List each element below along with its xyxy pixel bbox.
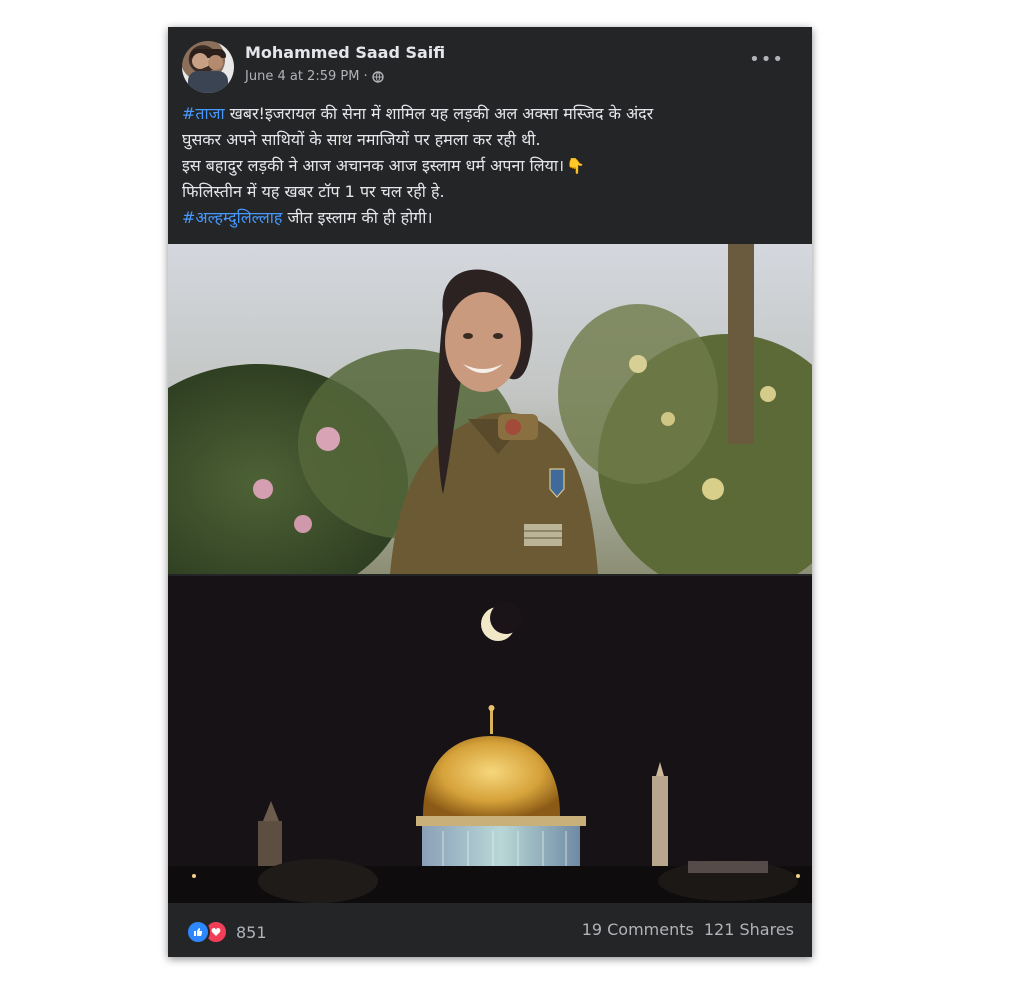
post-text-line: इस बहादुर लड़की ने आज अचानक आज इस्लाम धर… [182,156,565,175]
shares-count[interactable]: 121 Shares [704,920,794,939]
post-text-line: खबर!इजरायल की सेना में शामिल यह लड़की अल… [224,104,654,123]
reactions[interactable]: 851 [186,920,267,944]
avatar[interactable] [182,41,234,93]
post-timestamp[interactable]: June 4 at 2:59 PM [245,69,359,84]
meta-separator: · [363,69,368,84]
comments-count[interactable]: 19 Comments [582,920,694,939]
facebook-post: Mohammed Saad Saifi June 4 at 2:59 PM · … [168,27,812,957]
post-header: Mohammed Saad Saifi June 4 at 2:59 PM · … [168,27,812,99]
post-footer: 851 19 Comments 121 Shares [168,903,812,957]
hashtag-link[interactable]: #ताजा [182,104,225,123]
globe-icon [371,70,384,83]
like-icon [186,920,210,944]
post-text-line: घुसकर अपने साथियों के साथ नमाजियों पर हम… [182,130,541,149]
post-text-line: फिलिस्तीन में यह खबर टॉप 1 पर चल रही हे. [182,182,445,201]
author-name[interactable]: Mohammed Saad Saifi [245,43,445,62]
reaction-count[interactable]: 851 [236,923,267,942]
pointing-down-icon: 👇 [566,157,585,175]
post-photo-dome[interactable] [168,576,812,903]
post-meta: June 4 at 2:59 PM · [245,69,384,84]
post-stats: 19 Comments 121 Shares [582,920,794,939]
post-photo-soldier[interactable] [168,244,812,574]
post-text-line: जीत इस्लाम की ही होगी। [282,208,433,227]
post-text: #ताजा खबर!इजरायल की सेना में शामिल यह लड… [182,101,802,231]
more-options-button[interactable]: ••• [749,49,784,70]
hashtag-link[interactable]: #अल्हम्दुलिल्लाह [182,208,282,227]
